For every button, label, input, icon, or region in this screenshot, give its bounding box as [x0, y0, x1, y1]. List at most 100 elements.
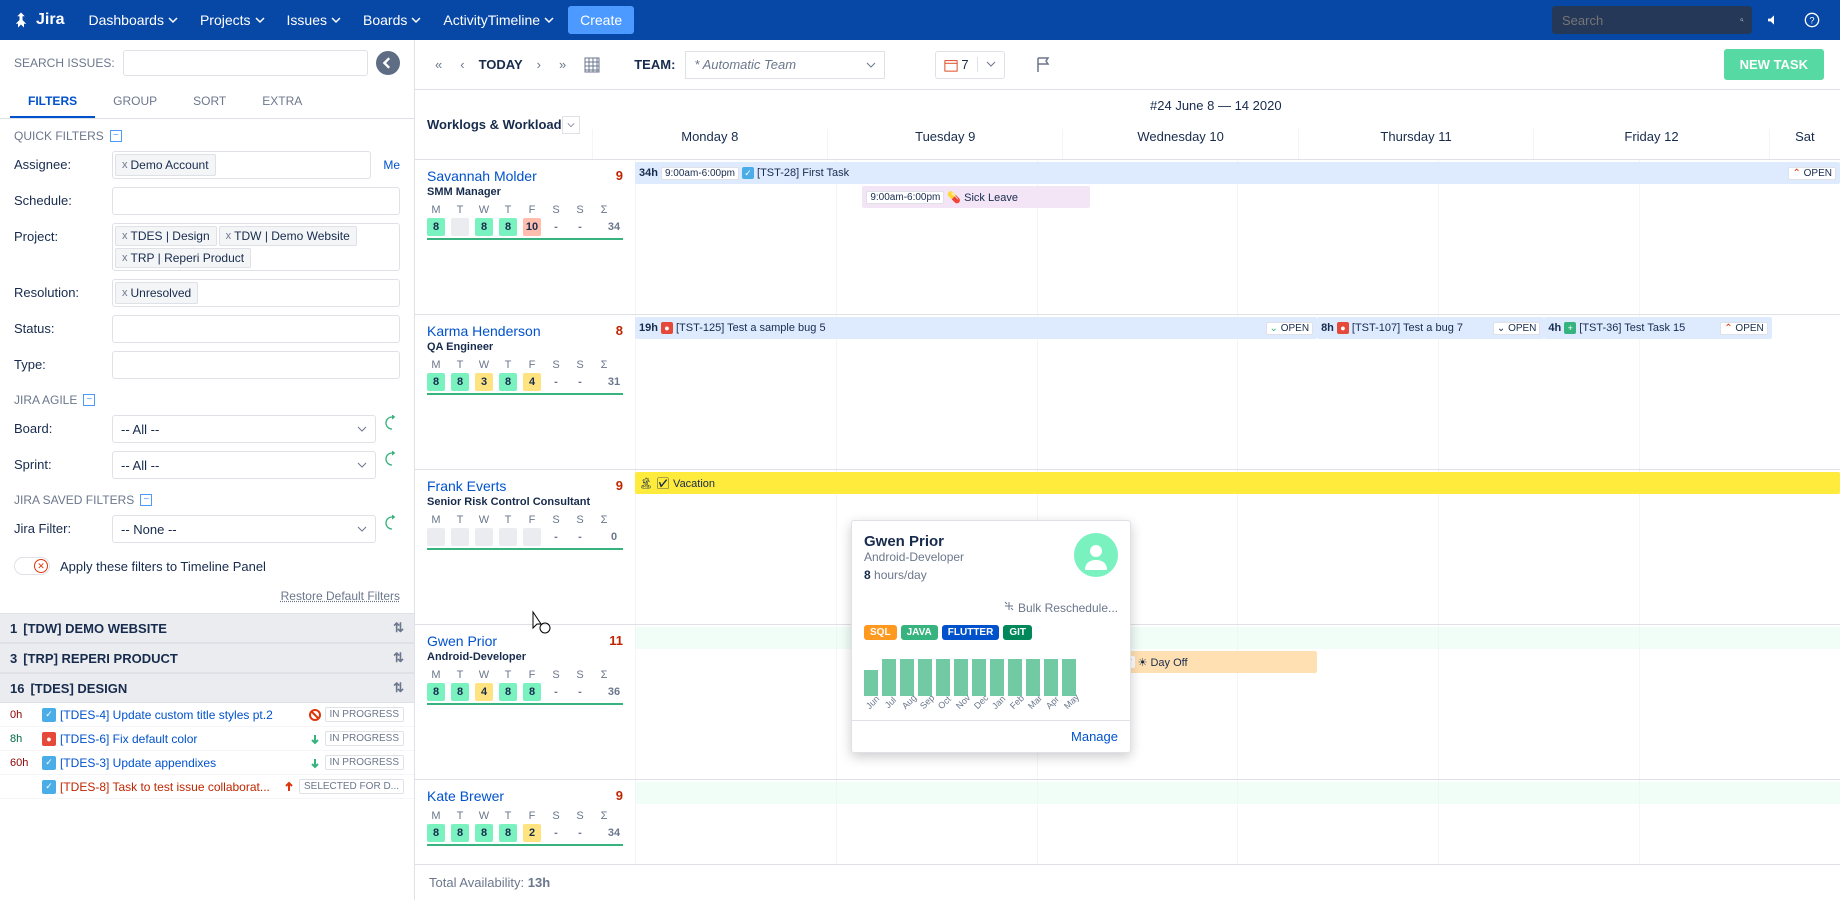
tab-filters[interactable]: FILTERS [10, 86, 95, 118]
chart-bar [936, 659, 950, 696]
nav-dashboards[interactable]: Dashboards [80, 0, 186, 40]
project-input[interactable]: xTDES | Design xTDW | Demo Website xTRP … [112, 223, 400, 271]
timeline-bar[interactable]: 9:00am-6:00pm 💊 Sick Leave [862, 186, 1089, 208]
back-button[interactable] [376, 51, 400, 75]
timeline-bar[interactable]: 34h9:00am-6:00pm✓ [TST-28] First Task⌃ O… [635, 162, 1840, 184]
workload-cell: 4 [523, 373, 541, 391]
tab-group[interactable]: GROUP [95, 86, 175, 118]
overload-count: 9 [616, 478, 623, 494]
assignee-input[interactable]: xDemo Account [112, 151, 371, 179]
today-button[interactable]: TODAY [479, 57, 523, 72]
me-link[interactable]: Me [383, 158, 400, 172]
issue-row[interactable]: 0h ✓ [TDES-4] Update custom title styles… [0, 703, 414, 727]
search-issues-input[interactable] [123, 50, 368, 76]
avatar [1074, 533, 1118, 577]
project-tag[interactable]: xTRP | Reperi Product [115, 248, 251, 268]
quick-filters-header[interactable]: QUICK FILTERS− [0, 119, 414, 147]
help-icon[interactable]: ? [1796, 12, 1828, 28]
date-picker[interactable]: 7 [935, 51, 1004, 79]
resolution-input[interactable]: xUnresolved [112, 279, 400, 307]
refresh-icon[interactable] [384, 451, 400, 467]
issue-title[interactable]: [TDES-3] Update appendixes [60, 756, 305, 770]
sort-icon[interactable]: ⇅ [393, 680, 404, 696]
project-tag[interactable]: xTDW | Demo Website [219, 226, 357, 246]
nav-first-button[interactable]: « [431, 53, 446, 76]
project-tag[interactable]: xTDES | Design [115, 226, 217, 246]
jira-filter-select[interactable]: -- None -- [112, 515, 376, 543]
issue-title[interactable]: [TDES-4] Update custom title styles pt.2 [60, 708, 305, 722]
refresh-icon[interactable] [384, 415, 400, 431]
timeline-bar[interactable] [635, 627, 1840, 649]
project-header[interactable]: 1[TDW] DEMO WEBSITE⇅ [0, 613, 414, 643]
skill-tag: GIT [1003, 625, 1032, 640]
resolution-tag[interactable]: xUnresolved [115, 282, 198, 304]
refresh-icon[interactable] [384, 515, 400, 531]
restore-filters-link[interactable]: Restore Default Filters [0, 585, 414, 613]
feedback-icon[interactable] [1758, 12, 1790, 28]
chevron-down-icon[interactable] [562, 116, 580, 134]
project-header[interactable]: 3[TRP] REPERI PRODUCT⇅ [0, 643, 414, 673]
grid-view-icon[interactable] [580, 53, 604, 77]
issue-row[interactable]: 8h ● [TDES-6] Fix default color IN PROGR… [0, 727, 414, 751]
schedule-input[interactable] [112, 187, 400, 215]
assignee-tag[interactable]: xDemo Account [115, 154, 216, 176]
workload-cell: - [547, 683, 565, 701]
timeline-bar[interactable]: 19h ● [TST-125] Test a sample bug 5⌄ OPE… [635, 317, 1317, 339]
person-name[interactable]: Kate Brewer [427, 788, 504, 804]
timeline-lane[interactable]: 19h ● [TST-125] Test a sample bug 5⌄ OPE… [635, 315, 1840, 469]
person-name[interactable]: Karma Henderson [427, 323, 541, 339]
tab-extra[interactable]: EXTRA [244, 86, 320, 118]
person-name[interactable]: Gwen Prior [427, 633, 497, 649]
workload-cell [427, 528, 445, 546]
workload-cell: - [571, 373, 589, 391]
sort-icon[interactable]: ⇅ [393, 650, 404, 666]
global-search[interactable] [1552, 6, 1752, 34]
bulk-reschedule-link[interactable]: Bulk Reschedule... [852, 594, 1130, 621]
person-name[interactable]: Frank Everts [427, 478, 506, 494]
priority-icon [309, 757, 321, 769]
apply-filters-toggle[interactable]: ✕ [14, 557, 50, 575]
team-select[interactable]: * Automatic Team [685, 51, 885, 79]
saved-filters-header[interactable]: JIRA SAVED FILTERS− [0, 483, 414, 511]
create-button[interactable]: Create [568, 6, 634, 34]
workload-cell: 8 [451, 824, 469, 842]
sort-icon[interactable]: ⇅ [393, 620, 404, 636]
issue-row[interactable]: 60h ✓ [TDES-3] Update appendixes IN PROG… [0, 751, 414, 775]
tab-sort[interactable]: SORT [175, 86, 244, 118]
nav-activitytimeline[interactable]: ActivityTimeline [435, 0, 562, 40]
type-input[interactable] [112, 351, 400, 379]
day-column: Tuesday 9 [827, 129, 1062, 159]
timeline-lane[interactable]: 4h/day ☀ Day Off [635, 625, 1840, 779]
status-input[interactable] [112, 315, 400, 343]
issue-title[interactable]: [TDES-8] Task to test issue collaborat..… [60, 780, 279, 794]
type-label: Type: [14, 351, 104, 372]
timeline-bar[interactable]: 8h ● [TST-107] Test a bug 7⌄ OPEN [1317, 317, 1544, 339]
jira-logo[interactable]: Jira [12, 11, 64, 29]
jira-agile-header[interactable]: JIRA AGILE− [0, 383, 414, 411]
workload-cell: 8 [499, 373, 517, 391]
search-input[interactable] [1560, 12, 1740, 29]
nav-last-button[interactable]: » [555, 53, 570, 76]
sprint-select[interactable]: -- All -- [112, 451, 376, 479]
nav-projects[interactable]: Projects [192, 0, 273, 40]
nav-issues[interactable]: Issues [279, 0, 349, 40]
timeline-lane[interactable] [635, 780, 1840, 864]
nav-prev-button[interactable]: ‹ [456, 53, 468, 76]
timeline-bar[interactable]: 🏝 ☑ Vacation [635, 472, 1840, 494]
manage-link[interactable]: Manage [852, 720, 1130, 752]
issue-row[interactable]: ✓ [TDES-8] Task to test issue collaborat… [0, 775, 414, 799]
timeline-bar[interactable]: 4h + [TST-36] Test Task 15⌃ OPEN [1544, 317, 1771, 339]
project-header[interactable]: 16[TDES] DESIGN⇅ [0, 673, 414, 703]
person-name[interactable]: Savannah Molder [427, 168, 537, 184]
timeline-bar[interactable] [635, 782, 1840, 804]
milestone-icon[interactable] [1035, 56, 1053, 74]
timeline-lane[interactable]: 34h9:00am-6:00pm✓ [TST-28] First Task⌃ O… [635, 160, 1840, 314]
timeline-lane[interactable]: 🏝 ☑ Vacation [635, 470, 1840, 624]
new-task-button[interactable]: NEW TASK [1724, 49, 1824, 80]
remove-tag-icon[interactable]: x [122, 159, 128, 171]
overload-count: 9 [616, 168, 623, 184]
board-select[interactable]: -- All -- [112, 415, 376, 443]
nav-boards[interactable]: Boards [355, 0, 429, 40]
issue-title[interactable]: [TDES-6] Fix default color [60, 732, 305, 746]
nav-next-button[interactable]: › [533, 53, 545, 76]
